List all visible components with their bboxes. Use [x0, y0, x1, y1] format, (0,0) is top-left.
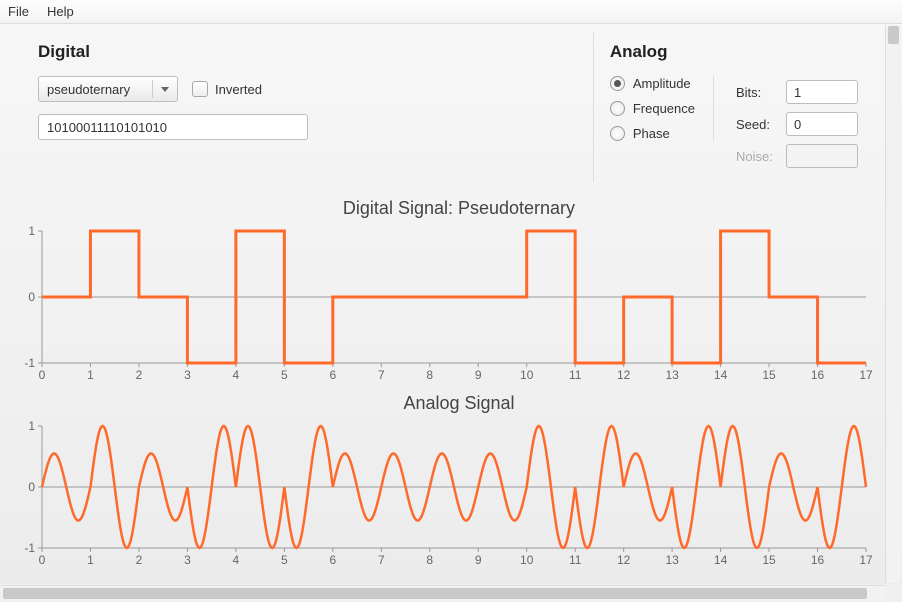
svg-text:1: 1 — [28, 224, 35, 238]
svg-text:14: 14 — [714, 368, 728, 382]
svg-text:2: 2 — [136, 553, 143, 567]
svg-text:0: 0 — [39, 368, 46, 382]
radio-dot-icon — [610, 101, 625, 116]
svg-text:9: 9 — [475, 368, 482, 382]
bits-field: Bits: 1 — [736, 80, 858, 104]
content-area: Digital pseudoternary Inverted 101000111… — [0, 24, 902, 584]
horizontal-scrollbar[interactable] — [1, 585, 885, 601]
svg-text:11: 11 — [569, 553, 582, 567]
encoding-select[interactable]: pseudoternary — [38, 76, 178, 102]
svg-text:1: 1 — [28, 419, 35, 433]
svg-text:1: 1 — [87, 368, 94, 382]
svg-text:17: 17 — [859, 553, 872, 567]
svg-text:15: 15 — [762, 368, 776, 382]
checkbox-box-icon — [192, 81, 208, 97]
svg-text:10: 10 — [520, 368, 534, 382]
svg-text:8: 8 — [426, 553, 433, 567]
chevron-down-icon — [161, 87, 169, 92]
radio-phase[interactable]: Phase — [610, 126, 695, 141]
digital-title: Digital — [38, 42, 577, 62]
svg-text:17: 17 — [859, 368, 872, 382]
svg-text:12: 12 — [617, 368, 631, 382]
bits-input[interactable]: 10100011110101010 — [38, 114, 308, 140]
svg-text:0: 0 — [28, 290, 35, 304]
analog-chart-title: Analog Signal — [24, 393, 894, 414]
noise-number-input — [786, 144, 858, 168]
digital-panel: Digital pseudoternary Inverted 101000111… — [22, 32, 594, 182]
radio-dot-icon — [610, 76, 625, 91]
svg-text:14: 14 — [714, 553, 728, 567]
bits-number-input[interactable]: 1 — [786, 80, 858, 104]
svg-text:4: 4 — [233, 368, 240, 382]
vertical-scrollbar[interactable] — [885, 25, 901, 583]
encoding-select-value: pseudoternary — [47, 82, 130, 97]
svg-text:13: 13 — [665, 553, 679, 567]
inverted-label: Inverted — [215, 82, 262, 97]
svg-text:13: 13 — [665, 368, 679, 382]
analog-mode-group: Amplitude Frequence Phase — [610, 76, 714, 141]
svg-text:11: 11 — [569, 368, 582, 382]
svg-text:1: 1 — [87, 553, 94, 567]
svg-text:15: 15 — [762, 553, 776, 567]
seed-number-input[interactable]: 0 — [786, 112, 858, 136]
digital-chart-title: Digital Signal: Pseudoternary — [24, 198, 894, 219]
svg-text:4: 4 — [233, 553, 240, 567]
analog-chart: -10101234567891011121314151617 — [24, 418, 872, 568]
svg-text:-1: -1 — [24, 356, 35, 370]
radio-dot-icon — [610, 126, 625, 141]
svg-text:16: 16 — [811, 368, 825, 382]
svg-text:10: 10 — [520, 553, 534, 567]
analog-panel: Analog Amplitude Frequence Phase — [594, 32, 874, 182]
svg-text:0: 0 — [39, 553, 46, 567]
svg-text:7: 7 — [378, 368, 385, 382]
radio-frequence[interactable]: Frequence — [610, 101, 695, 116]
inverted-checkbox[interactable]: Inverted — [192, 81, 262, 97]
radio-amplitude[interactable]: Amplitude — [610, 76, 695, 91]
svg-text:7: 7 — [378, 553, 385, 567]
seed-field: Seed: 0 — [736, 112, 858, 136]
svg-text:2: 2 — [136, 368, 143, 382]
menu-file[interactable]: File — [8, 4, 29, 19]
svg-text:8: 8 — [426, 368, 433, 382]
noise-field: Noise: — [736, 144, 858, 168]
svg-text:-1: -1 — [24, 541, 35, 555]
svg-text:9: 9 — [475, 553, 482, 567]
svg-text:0: 0 — [28, 480, 35, 494]
svg-text:6: 6 — [329, 553, 336, 567]
menu-help[interactable]: Help — [47, 4, 74, 19]
svg-text:6: 6 — [329, 368, 336, 382]
menubar: File Help — [0, 0, 902, 24]
svg-text:16: 16 — [811, 553, 825, 567]
svg-text:3: 3 — [184, 368, 191, 382]
digital-chart: -10101234567891011121314151617 — [24, 223, 872, 383]
svg-text:12: 12 — [617, 553, 631, 567]
svg-text:5: 5 — [281, 553, 288, 567]
svg-text:5: 5 — [281, 368, 288, 382]
svg-text:3: 3 — [184, 553, 191, 567]
analog-title: Analog — [610, 42, 714, 62]
